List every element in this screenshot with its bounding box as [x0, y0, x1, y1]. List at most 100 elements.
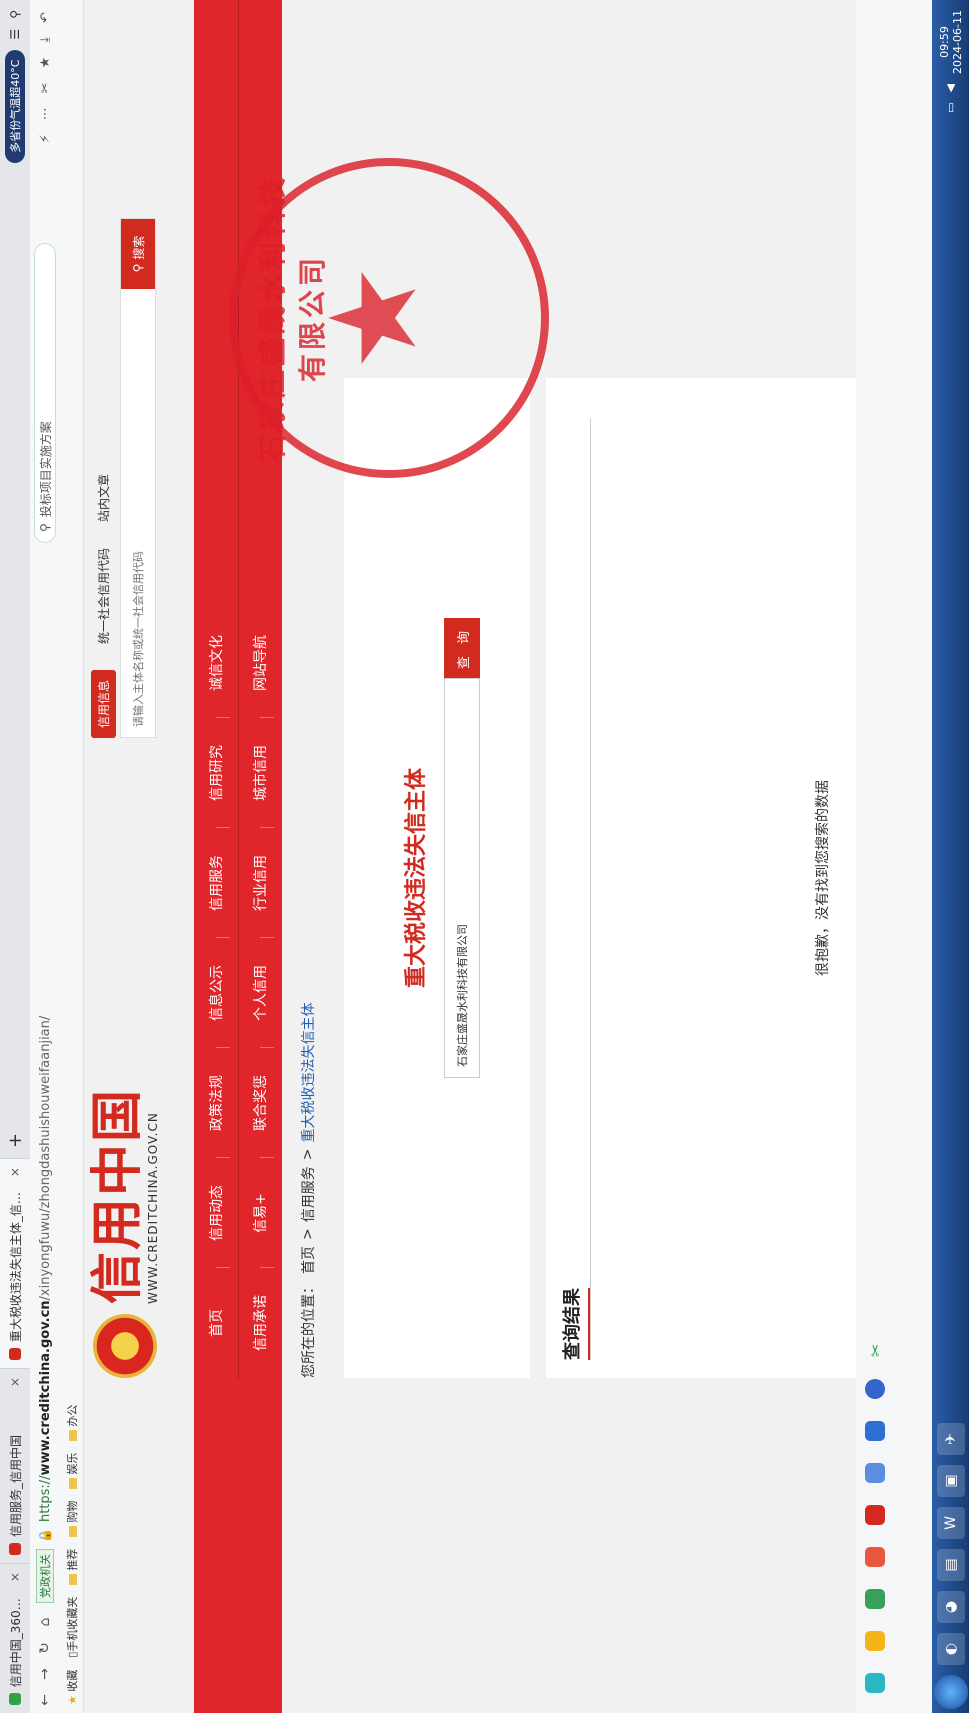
close-tab-icon[interactable]: ×	[8, 1377, 22, 1387]
nav-xinyi[interactable]: 信易+	[250, 1158, 270, 1268]
bookmark-label: 购物	[65, 1500, 79, 1523]
nav-disclosure[interactable]: 信息公示	[206, 938, 226, 1048]
close-tab-icon[interactable]: ×	[8, 1167, 22, 1177]
weather-widget[interactable]: 多省份气温超40°C	[5, 49, 25, 163]
tab-favicon	[9, 1543, 21, 1555]
wechat-app-icon[interactable]: ◕	[936, 1591, 965, 1623]
app-icon[interactable]	[865, 1673, 885, 1693]
nav-credit-promise[interactable]: 信用承诺	[250, 1268, 270, 1378]
search-tab-credit-code[interactable]: 统一社会信用代码	[95, 548, 112, 644]
nav-integrity-culture[interactable]: 诚信文化	[206, 608, 226, 718]
clock-date: 2024-06-11	[950, 10, 964, 74]
app-icon[interactable]	[865, 1379, 885, 1399]
folder-app-icon[interactable]: ▤	[936, 1549, 965, 1581]
star-icon[interactable]: ★	[38, 57, 53, 69]
bookmark-label: 办公	[65, 1404, 79, 1427]
company-name-input[interactable]: 石家庄盛晟水利科技有限公司	[444, 678, 480, 1078]
query-title: 重大税收违法失信主体	[404, 768, 429, 989]
results-divider	[590, 418, 591, 1360]
nav-policy[interactable]: 政策法规	[206, 1048, 226, 1158]
app-icon[interactable]	[865, 1547, 885, 1567]
breadcrumb-prefix: 您所在的位置：	[301, 1280, 317, 1378]
app-icon[interactable]	[865, 1421, 885, 1441]
nav-industry-credit[interactable]: 行业信用	[250, 828, 270, 938]
download-icon[interactable]: ⤓	[38, 37, 53, 43]
scissors-icon[interactable]: ✂	[866, 1344, 885, 1357]
address-tools: ⚡ ⋯ ✂ ★ ⤓ ↶	[38, 0, 53, 143]
site-logo[interactable]: 信用中国 WWW.CREDITCHINA.GOV.CN	[87, 1087, 160, 1378]
app-icon[interactable]	[865, 1589, 885, 1609]
nav-joint-reward[interactable]: 联合奖惩	[250, 1048, 270, 1158]
volume-icon[interactable]: ◀	[944, 84, 957, 92]
menu-icon[interactable]: ☰	[8, 29, 22, 40]
app-icon[interactable]: ▣	[936, 1465, 965, 1497]
new-tab-button[interactable]: +	[5, 1123, 26, 1158]
nav-home[interactable]: 首页	[206, 1268, 226, 1378]
url-host: www.creditchina.gov.cn	[37, 1300, 53, 1476]
site-header: 信用中国 WWW.CREDITCHINA.GOV.CN 信用信息 统一社会信用代…	[84, 0, 194, 1378]
browser-app-icon[interactable]: ◐	[936, 1633, 965, 1665]
search-icon: ⚲	[38, 523, 52, 532]
more-icon[interactable]: ⋯	[38, 107, 53, 120]
site-search-button[interactable]: ⚲ 搜索	[121, 219, 155, 289]
logo-cn: 信用中国	[87, 1087, 148, 1304]
url-box[interactable]: 党政机关 🔒 https://www.creditchina.gov.cn/xi…	[34, 563, 56, 1603]
tab-tax-violation[interactable]: 重大税收违法失信主体_信用... ×	[0, 1158, 30, 1368]
bookmark-recommend[interactable]: 推荐	[64, 1549, 80, 1585]
bookmark-mobile[interactable]: ▯手机收藏夹	[64, 1597, 80, 1658]
nav-credit-news[interactable]: 信用动态	[206, 1158, 226, 1268]
home-icon[interactable]: ⌂	[37, 1609, 53, 1635]
bookmark-label: 娱乐	[65, 1452, 79, 1475]
bookmark-label: 收藏	[65, 1669, 79, 1692]
tab-title: 信用中国_360搜索	[8, 1588, 23, 1688]
browser-search-box[interactable]: ⚲ 投标项目实施方案	[34, 243, 56, 543]
nav-personal-credit[interactable]: 个人信用	[250, 938, 270, 1048]
bookmark-shopping[interactable]: 购物	[64, 1501, 80, 1537]
nav-city-credit[interactable]: 城市信用	[250, 718, 270, 828]
start-button[interactable]	[933, 1675, 968, 1709]
close-tab-icon[interactable]: ×	[8, 1572, 22, 1582]
bookmark-favorites[interactable]: ★ 收藏	[64, 1670, 80, 1705]
wps-app-icon[interactable]: W	[936, 1507, 965, 1539]
tab-bar: 信用中国_360搜索 × 信用服务_信用中国 × 重大税收违法失信主体_信用..…	[0, 0, 30, 1713]
network-icon[interactable]: ▭	[944, 102, 957, 112]
bookmarks-bar: ★ 收藏 ▯手机收藏夹 推荐 购物 娱乐 办公	[60, 0, 84, 1713]
nav-site-map[interactable]: 网站导航	[250, 608, 270, 718]
url-text[interactable]: https://www.creditchina.gov.cn/xinyongfu…	[38, 1016, 53, 1522]
refresh-icon[interactable]: ↻	[37, 1635, 53, 1661]
tab-360-search[interactable]: 信用中国_360搜索 ×	[0, 1563, 30, 1713]
search-tab-credit-info[interactable]: 信用信息	[90, 669, 116, 738]
undo-icon[interactable]: ↶	[38, 12, 53, 23]
lightning-icon[interactable]: ⚡	[38, 134, 53, 143]
favorites-icon[interactable]	[865, 1631, 885, 1651]
bookmark-office[interactable]: 办公	[64, 1405, 80, 1441]
system-tray: ▭ ◀ 09:59 2024-06-11	[938, 0, 964, 113]
breadcrumb-home[interactable]: 首页	[298, 1246, 318, 1274]
taskbar-apps: ◐ ◕ ▤ W ▣ ✈	[936, 1423, 965, 1665]
cut-icon[interactable]: ✂	[38, 82, 53, 93]
tab-bar-right: 多省份气温超40°C ☰ ⚲	[5, 0, 25, 163]
search-tabs: 信用信息 统一社会信用代码 站内文章	[88, 218, 118, 738]
search-tab-articles[interactable]: 站内文章	[95, 474, 112, 522]
search-icon: ⚲	[131, 263, 145, 273]
folder-icon	[68, 1573, 77, 1585]
site-search-input[interactable]	[121, 289, 155, 737]
breadcrumb-current[interactable]: 重大税收违法失信主体	[298, 1003, 318, 1143]
app-icon[interactable]	[865, 1505, 885, 1525]
address-bar: ← → ↻ ⌂ 党政机关 🔒 https://www.creditchina.g…	[30, 0, 61, 1713]
back-icon[interactable]: ←	[37, 1687, 53, 1713]
app-icon[interactable]: ✈	[936, 1423, 965, 1455]
clock-time: 09:59	[937, 26, 951, 58]
folder-icon	[68, 1477, 77, 1489]
nav-credit-research[interactable]: 信用研究	[206, 718, 226, 828]
clock[interactable]: 09:59 2024-06-11	[938, 10, 964, 74]
tab-credit-service[interactable]: 信用服务_信用中国 ×	[0, 1368, 30, 1563]
app-icon[interactable]	[865, 1463, 885, 1483]
nav-credit-service[interactable]: 信用服务	[206, 828, 226, 938]
forward-icon[interactable]: →	[37, 1661, 53, 1687]
bookmark-entertainment[interactable]: 娱乐	[64, 1453, 80, 1489]
query-button[interactable]: 查 询	[444, 618, 480, 678]
folder-icon	[68, 1525, 77, 1537]
search-icon[interactable]: ⚲	[8, 10, 22, 19]
breadcrumb-credit-service[interactable]: 信用服务	[298, 1166, 318, 1222]
